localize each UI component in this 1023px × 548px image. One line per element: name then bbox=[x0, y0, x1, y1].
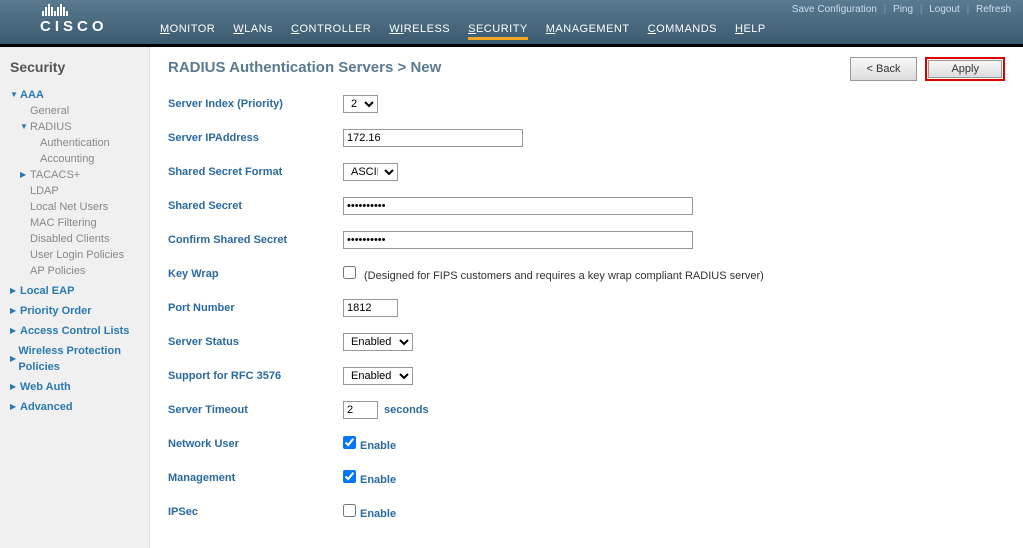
expand-icon[interactable]: ▶ bbox=[10, 283, 20, 299]
expand-icon[interactable]: ▶ bbox=[10, 399, 20, 415]
nav-management[interactable]: MANAGEMENT bbox=[546, 23, 630, 40]
enable-label: Enable bbox=[360, 474, 396, 486]
page-container: Security ▼AAA General ▼RADIUS Authentica… bbox=[0, 47, 1023, 548]
label-management: Management bbox=[168, 472, 343, 484]
nav-wlans[interactable]: WLANs bbox=[233, 23, 273, 40]
ipsec-checkbox[interactable] bbox=[343, 504, 356, 517]
sidebar-item-general[interactable]: General bbox=[10, 103, 141, 119]
label-server-ip: Server IPAddress bbox=[168, 132, 343, 144]
sidebar-item-authentication[interactable]: Authentication bbox=[10, 135, 141, 151]
sidebar-title: Security bbox=[10, 59, 141, 75]
sidebar-item-accounting[interactable]: Accounting bbox=[10, 151, 141, 167]
management-checkbox[interactable] bbox=[343, 470, 356, 483]
nav-help[interactable]: HELP bbox=[735, 23, 766, 40]
server-status-select[interactable]: Enabled bbox=[343, 333, 413, 351]
nav-commands[interactable]: COMMANDS bbox=[648, 23, 717, 40]
label-rfc3576: Support for RFC 3576 bbox=[168, 370, 343, 382]
sidebar-item-ldap[interactable]: LDAP bbox=[10, 183, 141, 199]
sidebar-item-disabled[interactable]: Disabled Clients bbox=[10, 231, 141, 247]
logout-link[interactable]: Logout bbox=[929, 4, 960, 15]
brand-text: CISCO bbox=[40, 18, 108, 35]
expand-icon[interactable]: ▶ bbox=[10, 303, 20, 319]
back-button[interactable]: < Back bbox=[850, 57, 918, 81]
app-header: CISCO Save Configuration | Ping | Logout… bbox=[0, 0, 1023, 44]
label-shared-secret: Shared Secret bbox=[168, 200, 343, 212]
sidebar-item-macfilter[interactable]: MAC Filtering bbox=[10, 215, 141, 231]
sidebar-item-webauth[interactable]: Web Auth bbox=[20, 379, 71, 395]
port-input[interactable] bbox=[343, 299, 398, 317]
nav-controller[interactable]: CONTROLLER bbox=[291, 23, 371, 40]
sidebar-item-aaa[interactable]: AAA bbox=[20, 87, 44, 103]
breadcrumb-parent: RADIUS Authentication Servers bbox=[168, 59, 393, 76]
label-timeout: Server Timeout bbox=[168, 404, 343, 416]
timeout-input[interactable] bbox=[343, 401, 378, 419]
sidebar-item-localeap[interactable]: Local EAP bbox=[20, 283, 74, 299]
sidebar-item-advanced[interactable]: Advanced bbox=[20, 399, 73, 415]
apply-highlight: Apply bbox=[925, 57, 1005, 81]
sidebar-item-priority[interactable]: Priority Order bbox=[20, 303, 92, 319]
rfc3576-select[interactable]: Enabled bbox=[343, 367, 413, 385]
sidebar-item-loginpol[interactable]: User Login Policies bbox=[10, 247, 141, 263]
label-network-user: Network User bbox=[168, 438, 343, 450]
nav-monitor[interactable]: MONITOR bbox=[160, 23, 215, 40]
key-wrap-checkbox[interactable] bbox=[343, 266, 356, 279]
sidebar: Security ▼AAA General ▼RADIUS Authentica… bbox=[0, 47, 150, 548]
expand-icon[interactable]: ▶ bbox=[20, 167, 30, 183]
server-index-select[interactable]: 2 bbox=[343, 95, 378, 113]
refresh-link[interactable]: Refresh bbox=[976, 4, 1011, 15]
server-ip-input[interactable] bbox=[343, 129, 523, 147]
expand-icon[interactable]: ▶ bbox=[10, 379, 20, 395]
secret-format-select[interactable]: ASCII bbox=[343, 163, 398, 181]
sidebar-item-radius[interactable]: RADIUS bbox=[30, 119, 72, 135]
main-nav: MONITOR WLANs CONTROLLER WIRELESS SECURI… bbox=[160, 23, 766, 40]
network-user-checkbox[interactable] bbox=[343, 436, 356, 449]
timeout-unit: seconds bbox=[384, 404, 429, 416]
collapse-icon[interactable]: ▼ bbox=[10, 87, 20, 103]
confirm-secret-input[interactable] bbox=[343, 231, 693, 249]
sidebar-item-appol[interactable]: AP Policies bbox=[10, 263, 141, 279]
nav-wireless[interactable]: WIRELESS bbox=[389, 23, 450, 40]
key-wrap-note: (Designed for FIPS customers and require… bbox=[364, 270, 764, 282]
save-config-link[interactable]: Save Configuration bbox=[792, 4, 877, 15]
action-buttons: < Back Apply bbox=[850, 57, 1005, 81]
sidebar-item-tacacs[interactable]: TACACS+ bbox=[30, 167, 80, 183]
sidebar-item-localnet[interactable]: Local Net Users bbox=[10, 199, 141, 215]
collapse-icon[interactable]: ▼ bbox=[20, 119, 30, 135]
nav-security[interactable]: SECURITY bbox=[468, 23, 528, 40]
label-server-status: Server Status bbox=[168, 336, 343, 348]
sidebar-item-acl[interactable]: Access Control Lists bbox=[20, 323, 129, 339]
label-confirm-secret: Confirm Shared Secret bbox=[168, 234, 343, 246]
ping-link[interactable]: Ping bbox=[893, 4, 913, 15]
main-content: < Back Apply RADIUS Authentication Serve… bbox=[150, 47, 1023, 548]
enable-label: Enable bbox=[360, 440, 396, 452]
shared-secret-input[interactable] bbox=[343, 197, 693, 215]
label-key-wrap: Key Wrap bbox=[168, 268, 343, 280]
expand-icon[interactable]: ▶ bbox=[10, 323, 20, 339]
top-utility-nav: Save Configuration | Ping | Logout | Ref… bbox=[792, 4, 1011, 15]
label-ipsec: IPSec bbox=[168, 506, 343, 518]
cisco-bars-icon bbox=[40, 4, 108, 16]
label-server-index: Server Index (Priority) bbox=[168, 98, 343, 110]
label-secret-format: Shared Secret Format bbox=[168, 166, 343, 178]
expand-icon[interactable]: ▶ bbox=[10, 351, 18, 367]
cisco-logo: CISCO bbox=[40, 4, 108, 35]
label-port: Port Number bbox=[168, 302, 343, 314]
breadcrumb-current: New bbox=[410, 59, 441, 76]
sidebar-item-wpp[interactable]: Wireless Protection Policies bbox=[18, 343, 141, 375]
apply-button[interactable]: Apply bbox=[928, 60, 1002, 78]
